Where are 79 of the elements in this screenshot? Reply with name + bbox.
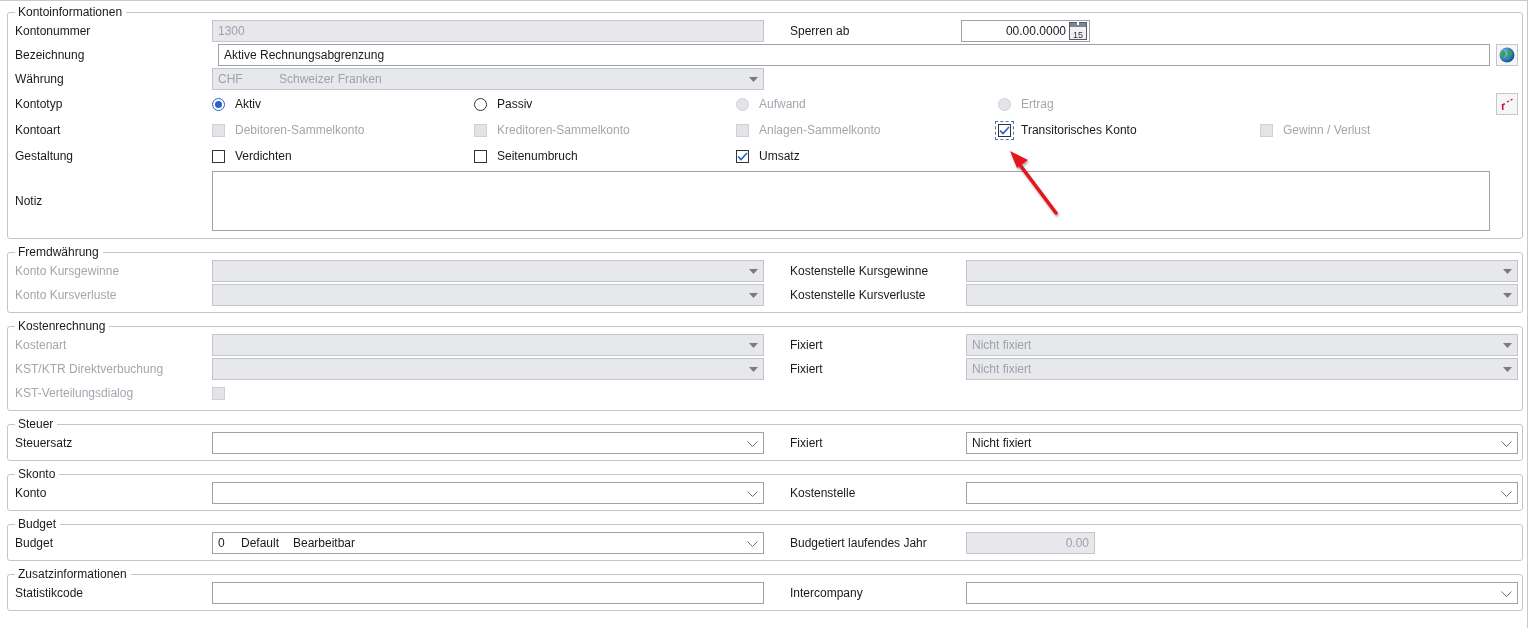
dropdown-arrow-icon xyxy=(749,293,758,298)
field-label: Budget xyxy=(15,536,55,550)
calendar-icon[interactable]: 15 xyxy=(1069,22,1087,40)
globe-icon xyxy=(1499,47,1515,63)
chevron-down-icon xyxy=(747,541,758,547)
option-label: Gewinn / Verlust xyxy=(1283,123,1371,137)
radio-button[interactable] xyxy=(474,97,487,111)
dropdown-field[interactable]: Nicht fixiert xyxy=(966,432,1518,454)
option-label: Passiv xyxy=(497,97,533,111)
option-label: Anlagen-Sammelkonto xyxy=(759,123,881,137)
field-label: Konto Kursverluste xyxy=(15,288,118,302)
group-title: Skonto xyxy=(17,467,57,481)
field-label: Konto xyxy=(15,486,48,500)
chevron-down-icon xyxy=(747,491,758,497)
field-label: Kostenart xyxy=(15,338,68,352)
option-label: Debitoren-Sammelkonto xyxy=(235,123,365,137)
field-label: Kostenstelle Kursverluste xyxy=(790,288,927,302)
chevron-down-icon xyxy=(1501,491,1512,497)
dropdown-arrow-icon xyxy=(1503,269,1512,274)
dropdown-arrow-icon xyxy=(749,367,758,372)
field-label: Kostenstelle Kursgewinne xyxy=(790,264,930,278)
option-label: Seitenumbruch xyxy=(497,149,578,163)
field-label: Intercompany xyxy=(790,586,864,600)
field-label: Konto Kursgewinne xyxy=(15,264,121,278)
date-field[interactable]: 00.00.0000 15 xyxy=(961,20,1090,42)
field-label: Kontotyp xyxy=(15,97,64,111)
group-title: Budget xyxy=(17,517,58,531)
note-field[interactable] xyxy=(212,171,1490,231)
dropdown-arrow-icon xyxy=(1503,293,1512,298)
dropdown-arrow-icon xyxy=(749,77,758,82)
field-label: KST-Verteilungsdialog xyxy=(15,386,135,400)
option-label: Ertrag xyxy=(1021,97,1054,111)
field-label: Sperren ab xyxy=(790,24,851,38)
dropdown-field[interactable] xyxy=(212,432,764,454)
field-label: Währung xyxy=(15,72,65,86)
field-label: Fixiert xyxy=(790,436,824,450)
option-label: Verdichten xyxy=(235,149,292,163)
dropdown-field[interactable] xyxy=(212,482,764,504)
chevron-down-icon xyxy=(1501,591,1512,597)
option-label: Aktiv xyxy=(235,97,261,111)
field-label: Gestaltung xyxy=(15,149,75,163)
chevron-down-icon xyxy=(1501,441,1512,447)
text-field[interactable]: Aktive Rechnungsabgrenzung xyxy=(218,44,1490,66)
group-title: Kontoinformationen xyxy=(17,5,124,19)
dropdown-arrow-icon xyxy=(1503,367,1512,372)
option-label: Transitorisches Konto xyxy=(1021,123,1137,137)
group-title: Zusatzinformationen xyxy=(17,567,128,581)
field-label: Kostenstelle xyxy=(790,486,857,500)
dropdown-arrow-icon xyxy=(749,269,758,274)
translate-button[interactable] xyxy=(1496,44,1518,66)
field-label: Notiz xyxy=(15,194,44,208)
chevron-down-icon xyxy=(747,441,758,447)
dropdown-field[interactable]: 0 Default Bearbeitbar xyxy=(212,532,764,554)
text-field[interactable] xyxy=(212,582,764,604)
option-label: Umsatz xyxy=(759,149,800,163)
dropdown-arrow-icon xyxy=(1503,343,1512,348)
field-label: Bezeichnung xyxy=(15,48,86,62)
dropdown-field[interactable] xyxy=(966,482,1518,504)
radio-button[interactable] xyxy=(212,97,225,111)
marker-icon xyxy=(1500,97,1514,111)
field-label: Statistikcode xyxy=(15,586,85,600)
checkbox[interactable] xyxy=(212,149,225,163)
field-label: Fixiert xyxy=(790,362,824,376)
field-label: Budgetiert laufendes Jahr xyxy=(790,536,928,550)
dropdown-field[interactable] xyxy=(966,582,1518,604)
checkbox[interactable] xyxy=(474,149,487,163)
option-label: Aufwand xyxy=(759,97,806,111)
group-title: Kostenrechnung xyxy=(17,319,107,333)
checkbox[interactable] xyxy=(736,149,749,163)
field-label: Steuersatz xyxy=(15,436,74,450)
group-title: Fremdwährung xyxy=(17,245,100,259)
option-label: Kreditoren-Sammelkonto xyxy=(497,123,630,137)
field-label: Kontonummer xyxy=(15,24,92,38)
field-label: Fixiert xyxy=(790,338,824,352)
dropdown-arrow-icon xyxy=(749,343,758,348)
field-label: Kontoart xyxy=(15,123,62,137)
field-label: KST/KTR Direktverbuchung xyxy=(15,362,165,376)
group-title: Steuer xyxy=(17,417,55,431)
marker-button[interactable] xyxy=(1496,93,1518,115)
